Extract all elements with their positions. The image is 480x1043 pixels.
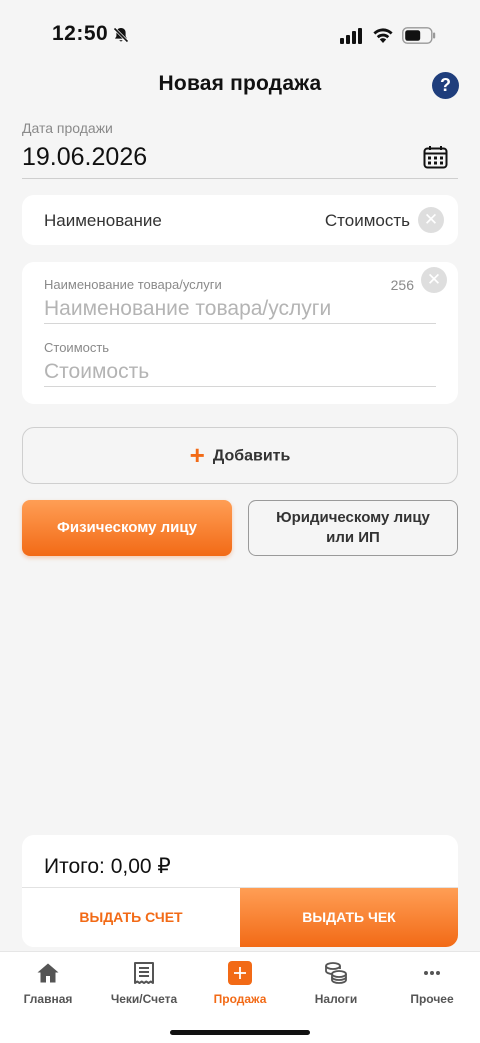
wifi-icon bbox=[373, 28, 393, 43]
issue-receipt-button[interactable]: ВЫДАТЬ ЧЕК bbox=[240, 888, 458, 947]
char-counter: 256 bbox=[390, 277, 414, 293]
item-name-input[interactable] bbox=[44, 294, 436, 324]
help-button[interactable]: ? bbox=[432, 72, 459, 99]
cellular-signal-icon bbox=[340, 28, 362, 44]
page-title: Новая продажа bbox=[158, 72, 322, 95]
status-time: 12:50 bbox=[52, 22, 109, 45]
status-bar: 12:50 bbox=[0, 0, 480, 70]
items-header-name: Наименование bbox=[44, 211, 162, 230]
tab-sale-label: Продажа bbox=[213, 992, 267, 1006]
tab-taxes[interactable]: Налоги bbox=[288, 952, 384, 1022]
close-icon: ✕ bbox=[423, 210, 439, 229]
tab-receipts-label: Чеки/Счета bbox=[110, 992, 178, 1006]
tab-more-label: Прочее bbox=[410, 992, 454, 1006]
physical-person-label: Физическому лицу bbox=[57, 519, 197, 536]
tab-sale[interactable]: Продажа bbox=[192, 952, 288, 1022]
tab-receipts[interactable]: Чеки/Счета bbox=[96, 952, 192, 1022]
total-amount: Итого: 0,00 ₽ bbox=[44, 855, 171, 878]
date-field[interactable]: 19.06.2026 bbox=[22, 143, 147, 172]
add-item-button[interactable]: + Добавить bbox=[22, 427, 458, 484]
clear-all-button[interactable]: ✕ bbox=[418, 207, 444, 233]
items-header-cost: Стоимость bbox=[324, 211, 410, 230]
add-item-label: Добавить bbox=[212, 447, 291, 465]
calendar-icon[interactable] bbox=[423, 145, 448, 169]
tab-taxes-label: Налоги bbox=[314, 992, 358, 1006]
plus-square-icon bbox=[228, 961, 252, 985]
item-card: Наименование товара/услуги 256 ✕ Стоимос… bbox=[22, 262, 458, 404]
items-header: Наименование Стоимость ✕ bbox=[22, 195, 458, 245]
receipt-icon bbox=[134, 962, 154, 984]
date-label: Дата продажи bbox=[22, 120, 113, 136]
bell-off-icon bbox=[113, 27, 129, 43]
tab-home[interactable]: Главная bbox=[0, 952, 96, 1022]
tab-home-label: Главная bbox=[23, 992, 73, 1006]
home-icon bbox=[37, 963, 59, 983]
total-card: Итого: 0,00 ₽ ВЫДАТЬ СЧЕТ ВЫДАТЬ ЧЕК bbox=[22, 835, 458, 947]
tab-more[interactable]: Прочее bbox=[384, 952, 480, 1022]
plus-icon: + bbox=[189, 440, 205, 471]
item-cost-label: Стоимость bbox=[44, 340, 110, 355]
close-icon: ✕ bbox=[426, 270, 442, 289]
date-underline bbox=[22, 178, 458, 179]
item-cost-input[interactable] bbox=[44, 357, 436, 387]
remove-item-button[interactable]: ✕ bbox=[421, 267, 447, 293]
coins-icon bbox=[325, 962, 347, 984]
issue-invoice-button[interactable]: ВЫДАТЬ СЧЕТ bbox=[22, 888, 240, 947]
battery-icon bbox=[402, 27, 436, 44]
home-indicator bbox=[170, 1030, 310, 1035]
juridical-person-label: Юридическому лицу или ИП bbox=[276, 509, 430, 546]
item-name-label: Наименование товара/услуги bbox=[44, 277, 222, 292]
juridical-person-button[interactable]: Юридическому лицу или ИП bbox=[248, 500, 458, 556]
physical-person-button[interactable]: Физическому лицу bbox=[22, 500, 232, 556]
more-icon bbox=[424, 971, 440, 975]
